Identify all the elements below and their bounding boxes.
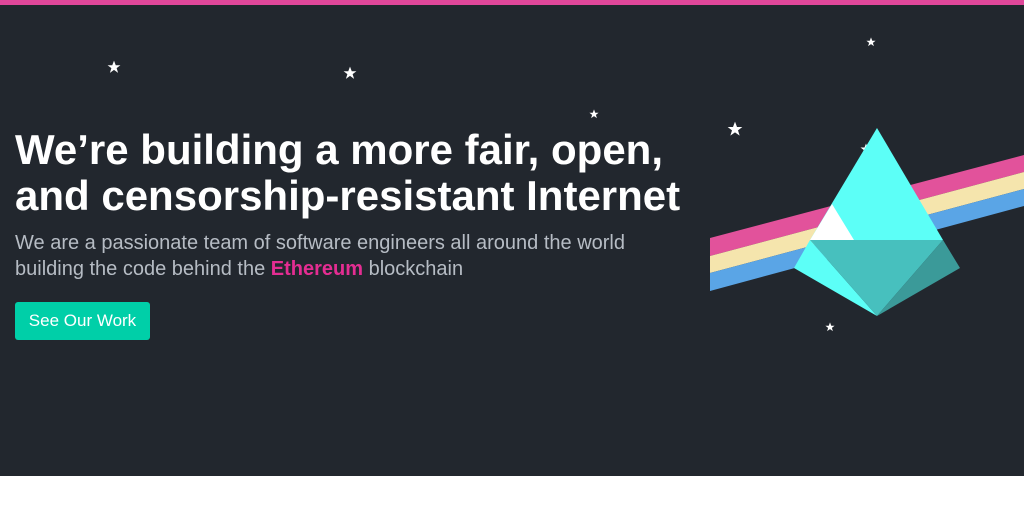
- subtext-line-2-suffix: blockchain: [368, 258, 464, 280]
- star-icon: [343, 66, 357, 79]
- ethereum-prism-illustration: [710, 128, 1024, 316]
- page-below-hero: [0, 476, 1024, 512]
- star-icon: [107, 60, 121, 73]
- subtext-line-1: We are a passionate team of software eng…: [15, 232, 625, 254]
- subtext-line-2-prefix: building the code behind the: [15, 258, 266, 280]
- ethereum-highlight: Ethereum: [270, 258, 364, 280]
- star-icon: [589, 109, 599, 119]
- star-icon: [866, 37, 876, 47]
- headline-line-1: We’re building a more fair, open,: [15, 126, 664, 173]
- hero-section: We’re building a more fair, open, and ce…: [0, 5, 1024, 476]
- hero-subtext: We are a passionate team of software eng…: [15, 230, 705, 282]
- hero-headline: We’re building a more fair, open, and ce…: [15, 127, 705, 219]
- headline-line-2: and censorship-resistant Internet: [15, 172, 681, 219]
- see-our-work-button[interactable]: See Our Work: [15, 302, 150, 340]
